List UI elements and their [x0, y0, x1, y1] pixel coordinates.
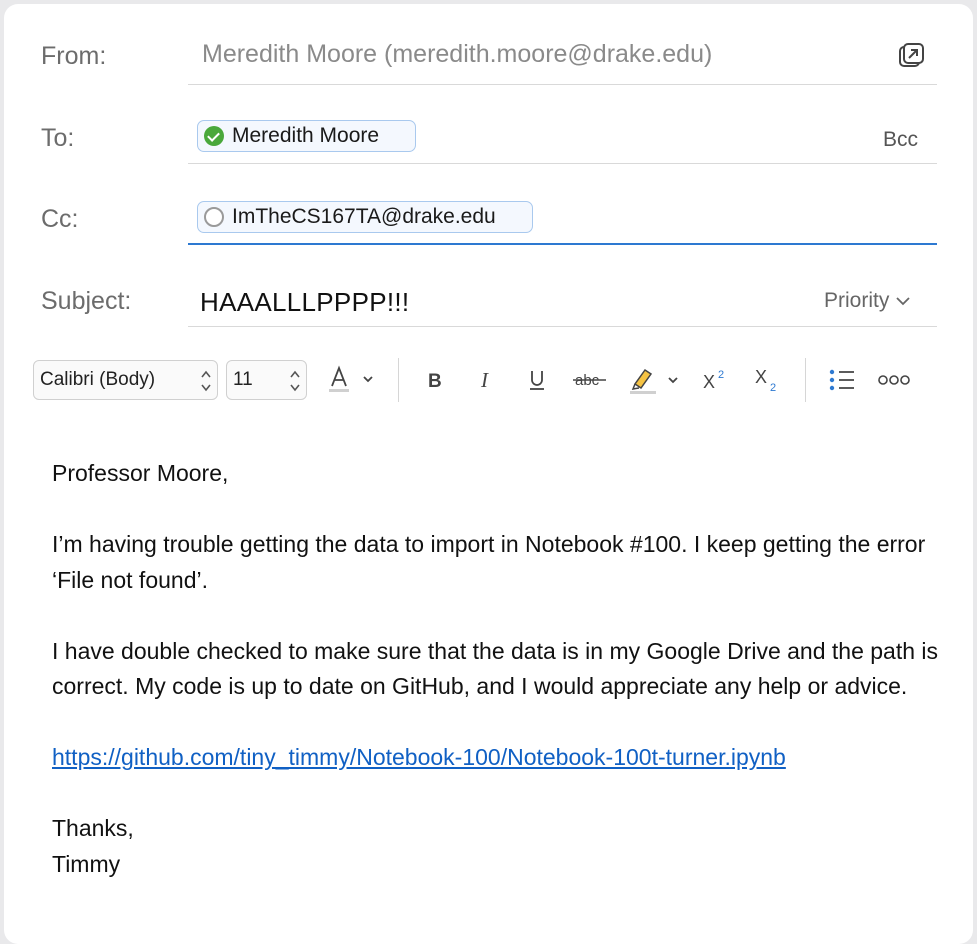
italic-button[interactable]: I	[471, 362, 501, 398]
underline-button[interactable]	[522, 362, 552, 398]
bold-button[interactable]: B	[419, 362, 449, 398]
from-field[interactable]: Meredith Moore (meredith.moore@drake.edu…	[202, 40, 712, 69]
cc-field-focus-underline	[188, 243, 937, 245]
font-size-value: 11	[233, 369, 253, 390]
cc-recipient-address: ImTheCS167TA@drake.edu	[232, 205, 496, 228]
strikethrough-button[interactable]: abc	[570, 362, 610, 398]
formatting-toolbar: Calibri (Body) 11 B I abc X 2 X 2	[4, 356, 973, 406]
stepper-arrows-icon	[290, 370, 300, 392]
svg-text:X: X	[755, 367, 767, 387]
priority-dropdown[interactable]: Priority	[824, 289, 911, 313]
cc-recipient-chip[interactable]: ImTheCS167TA@drake.edu	[197, 201, 533, 233]
subscript-button[interactable]: X 2	[751, 362, 785, 398]
subject-divider	[188, 326, 937, 327]
toolbar-separator	[398, 358, 399, 402]
to-label: To:	[41, 124, 75, 152]
github-link[interactable]: https://github.com/tiny_timmy/Notebook-1…	[52, 744, 786, 770]
strikethrough-icon: abc	[573, 372, 606, 389]
font-size-select[interactable]: 11	[226, 360, 307, 400]
highlighter-icon	[630, 368, 678, 394]
compose-window: From: Meredith Moore (meredith.moore@dra…	[4, 4, 973, 944]
subject-field[interactable]: HAAALLLPPPP!!!	[200, 287, 409, 318]
stepper-arrows-icon	[201, 370, 211, 392]
subscript-icon: X 2	[755, 367, 776, 394]
svg-text:2: 2	[718, 369, 724, 381]
svg-text:I: I	[480, 368, 489, 392]
more-options-button[interactable]	[874, 362, 914, 398]
highlight-color-button[interactable]	[624, 362, 686, 398]
bulleted-list-icon	[829, 369, 854, 391]
signature-text: Timmy	[52, 850, 121, 877]
bcc-button[interactable]: Bcc	[883, 128, 918, 152]
toolbar-separator	[805, 358, 806, 402]
greeting-text: Professor Moore,	[52, 460, 229, 486]
svg-text:B: B	[428, 371, 442, 392]
body-paragraph-2: I have double checked to make sure that …	[52, 637, 939, 700]
cc-label: Cc:	[41, 205, 79, 233]
superscript-icon: X 2	[703, 369, 724, 392]
closing-text: Thanks,	[52, 815, 134, 841]
font-color-icon	[329, 365, 373, 392]
subject-label: Subject:	[41, 287, 132, 315]
bold-icon: B	[428, 371, 442, 392]
verified-check-icon	[204, 126, 224, 146]
font-color-button[interactable]	[322, 362, 382, 398]
from-divider	[188, 84, 937, 85]
bulleted-list-button[interactable]	[824, 362, 860, 398]
svg-text:2: 2	[770, 382, 776, 394]
body-paragraph-1: I’m having trouble getting the data to i…	[52, 531, 926, 593]
unverified-circle-icon	[204, 207, 224, 227]
to-recipient-name: Meredith Moore	[232, 124, 380, 147]
font-family-select[interactable]: Calibri (Body)	[33, 360, 218, 400]
message-body[interactable]: Professor Moore, I’m having trouble gett…	[52, 456, 942, 882]
italic-icon: I	[480, 368, 489, 392]
pop-out-icon[interactable]	[897, 42, 925, 70]
font-family-value: Calibri (Body)	[40, 369, 156, 390]
superscript-button[interactable]: X 2	[699, 362, 733, 398]
ellipsis-icon	[878, 375, 910, 385]
to-recipient-chip[interactable]: Meredith Moore	[197, 120, 416, 152]
to-divider	[188, 163, 937, 164]
svg-text:X: X	[703, 372, 715, 392]
underline-icon	[530, 371, 544, 390]
chevron-down-icon	[896, 297, 910, 306]
from-label: From:	[41, 42, 107, 70]
priority-label: Priority	[824, 289, 890, 312]
